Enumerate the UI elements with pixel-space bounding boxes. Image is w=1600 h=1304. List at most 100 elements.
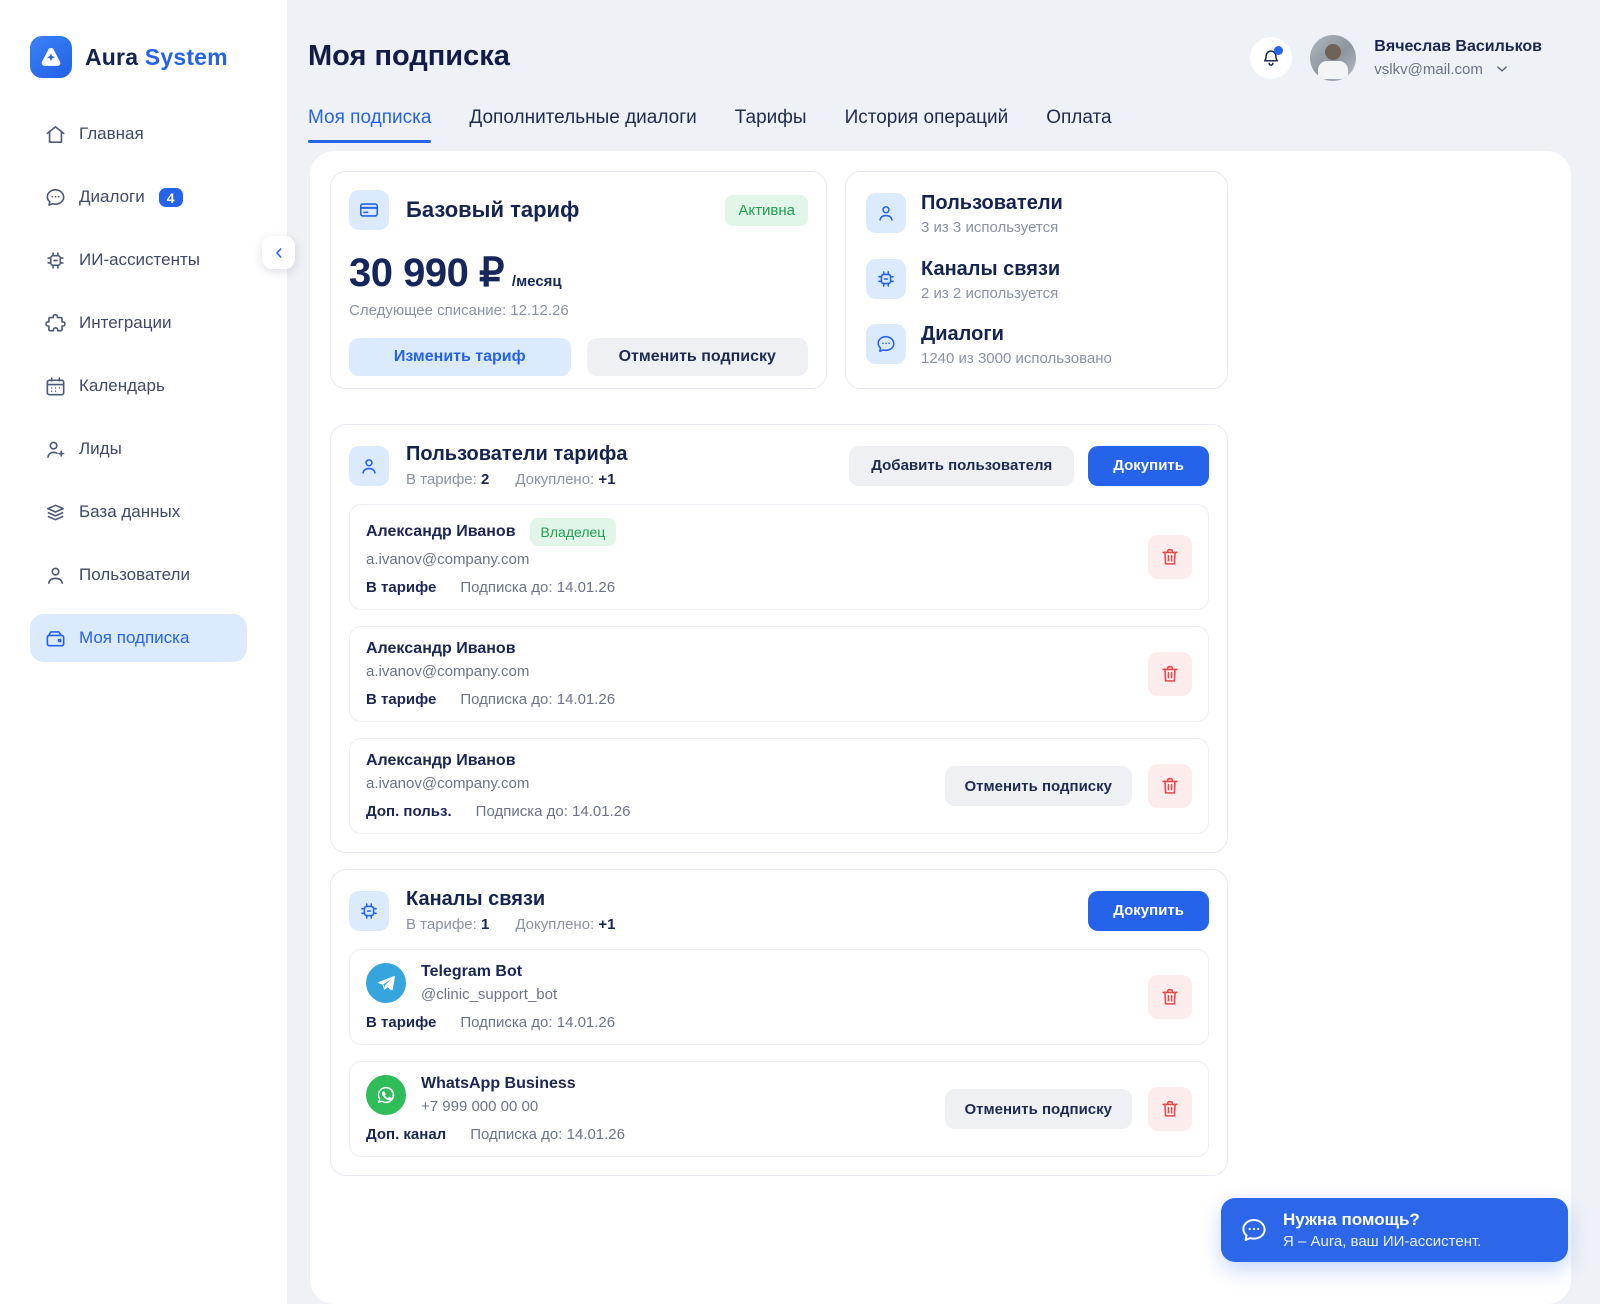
delete-channel-button[interactable] — [1148, 975, 1192, 1019]
trash-icon — [1159, 775, 1181, 797]
cancel-subscription-button[interactable]: Отменить подписку — [587, 338, 809, 376]
user-row-name: Александр Иванов — [366, 640, 516, 658]
users-card-title: Пользователи тарифа — [406, 443, 627, 466]
owner-badge: Владелец — [530, 518, 617, 546]
tab-oplata[interactable]: Оплата — [1046, 107, 1111, 143]
chip-icon — [866, 259, 906, 299]
sidebar-item-label: Диалоги — [79, 187, 145, 207]
telegram-icon — [366, 963, 406, 1003]
tab-moya-podpiska[interactable]: Моя подписка — [308, 107, 431, 143]
sidebar-item-dialogi[interactable]: Диалоги 4 — [30, 173, 247, 221]
sidebar-item-label: Календарь — [79, 376, 165, 396]
plan-title: Базовый тариф — [406, 197, 579, 223]
tab-tarify[interactable]: Тарифы — [735, 107, 807, 143]
buy-more-users-button[interactable]: Докупить — [1088, 446, 1209, 486]
plan-users-card: Пользователи тарифа В тарифе: 2 Докуплен… — [330, 424, 1228, 853]
extra-count: Докуплено: +1 — [515, 916, 615, 933]
delete-user-button[interactable] — [1148, 764, 1192, 808]
sidebar-item-baza-dannyh[interactable]: База данных — [30, 488, 247, 536]
chat-widget-title: Нужна помощь? — [1283, 1210, 1481, 1230]
user-row: Александр Иванов Владелец a.ivanov@compa… — [349, 504, 1209, 610]
trash-icon — [1159, 663, 1181, 685]
plan-period: /месяц — [512, 273, 562, 290]
user-row-type: В тарифе — [366, 579, 436, 596]
channel-name: WhatsApp Business — [421, 1075, 576, 1093]
delete-user-button[interactable] — [1148, 652, 1192, 696]
next-charge-date: Следующее списание: 12.12.26 — [349, 302, 808, 319]
sidebar-nav: Главная Диалоги 4 ИИ-ассистенты Интеграц… — [30, 110, 247, 662]
channel-row: WhatsApp Business +7 999 000 00 00 Доп. … — [349, 1061, 1209, 1157]
sidebar-item-integracii[interactable]: Интеграции — [30, 299, 247, 347]
help-chat-widget[interactable]: Нужна помощь? Я – Aura, ваш ИИ-ассистент… — [1221, 1198, 1568, 1262]
chevron-down-icon[interactable] — [1493, 60, 1511, 78]
trash-icon — [1159, 986, 1181, 1008]
extra-count: Докуплено: +1 — [515, 471, 615, 488]
sidebar-item-glavnaya[interactable]: Главная — [30, 110, 247, 158]
sidebar-item-kalendar[interactable]: Календарь — [30, 362, 247, 410]
chat-icon — [44, 186, 67, 209]
notifications-button[interactable] — [1250, 37, 1292, 79]
user-cluster: Вячеслав Васильков vslkv@mail.com — [1250, 35, 1542, 81]
in-plan-count: В тарифе: 2 — [406, 471, 489, 488]
sidebar-item-label: Главная — [79, 124, 144, 144]
trash-icon — [1159, 1098, 1181, 1120]
sidebar-item-polzovateli[interactable]: Пользователи — [30, 551, 247, 599]
sidebar-item-ai-assistants[interactable]: ИИ-ассистенты — [30, 236, 247, 284]
add-user-button[interactable]: Добавить пользователя — [849, 446, 1074, 486]
chevron-left-icon — [271, 245, 287, 261]
cancel-channel-subscription-button[interactable]: Отменить подписку — [945, 1089, 1133, 1129]
page-title: Моя подписка — [308, 40, 510, 73]
delete-user-button[interactable] — [1148, 535, 1192, 579]
user-row-email: a.ivanov@company.com — [366, 551, 1148, 568]
channel-handle: +7 999 000 00 00 — [421, 1098, 576, 1115]
sidebar-item-moya-podpiska[interactable]: Моя подписка — [30, 614, 247, 662]
sidebar-collapse-button[interactable] — [262, 236, 295, 269]
sidebar-item-lidy[interactable]: Лиды — [30, 425, 247, 473]
chip-icon — [349, 891, 389, 931]
trash-icon — [1159, 546, 1181, 568]
logo: Aura System — [30, 36, 287, 78]
tab-dopolnitelnye-dialogi[interactable]: Дополнительные диалоги — [469, 107, 696, 143]
user-row-name: Александр Иванов — [366, 523, 516, 541]
buy-more-channels-button[interactable]: Докупить — [1088, 891, 1209, 931]
wallet-icon — [44, 627, 67, 650]
user-row-type: В тарифе — [366, 691, 436, 708]
user-row-until: Подписка до: 14.01.26 — [460, 691, 615, 708]
cancel-user-subscription-button[interactable]: Отменить подписку — [945, 766, 1133, 806]
user-row-until: Подписка до: 14.01.26 — [460, 579, 615, 596]
usage-value: 3 из 3 используется — [921, 219, 1063, 236]
usage-row-channels: Каналы связи 2 из 2 используется — [866, 259, 1207, 302]
avatar[interactable] — [1310, 35, 1356, 81]
sidebar-item-label: Пользователи — [79, 565, 190, 585]
user-row: Александр Иванов a.ivanov@company.com До… — [349, 738, 1209, 834]
user-row-type: Доп. польз. — [366, 803, 452, 820]
user-row-until: Подписка до: 14.01.26 — [476, 803, 631, 820]
channel-name: Telegram Bot — [421, 963, 557, 981]
change-plan-button[interactable]: Изменить тариф — [349, 338, 571, 376]
usage-row-dialogs: Диалоги 1240 из 3000 использовано — [866, 324, 1207, 367]
channels-card-title: Каналы связи — [406, 888, 616, 911]
user-email: vslkv@mail.com — [1374, 61, 1483, 78]
sidebar: Aura System Главная Диалоги 4 ИИ-ассисте… — [0, 0, 288, 1304]
sidebar-item-label: ИИ-ассистенты — [79, 250, 200, 270]
plan-status-badge: Активна — [725, 195, 808, 226]
person-add-icon — [44, 438, 67, 461]
content-panel: Базовый тариф Активна 30 990 ₽ /месяц Сл… — [310, 151, 1571, 1304]
usage-title: Диалоги — [921, 324, 1112, 345]
user-row-name: Александр Иванов — [366, 752, 516, 770]
tab-istoriya-operacij[interactable]: История операций — [845, 107, 1009, 143]
user-row-email: a.ivanov@company.com — [366, 775, 945, 792]
home-icon — [44, 123, 67, 146]
delete-channel-button[interactable] — [1148, 1087, 1192, 1131]
sidebar-item-label: Моя подписка — [79, 628, 189, 648]
sidebar-item-label: База данных — [79, 502, 180, 522]
person-icon — [866, 193, 906, 233]
chat-widget-subtitle: Я – Aura, ваш ИИ-ассистент. — [1283, 1233, 1481, 1250]
usage-value: 2 из 2 используется — [921, 285, 1060, 302]
usage-title: Пользователи — [921, 193, 1063, 214]
sidebar-item-label: Интеграции — [79, 313, 172, 333]
whatsapp-icon — [366, 1075, 406, 1115]
channels-card: Каналы связи В тарифе: 1 Докуплено: +1 Д… — [330, 869, 1228, 1176]
channel-until: Подписка до: 14.01.26 — [460, 1014, 615, 1031]
topbar: Моя подписка Вячеслав Васильков vslkv@ma… — [288, 0, 1600, 81]
